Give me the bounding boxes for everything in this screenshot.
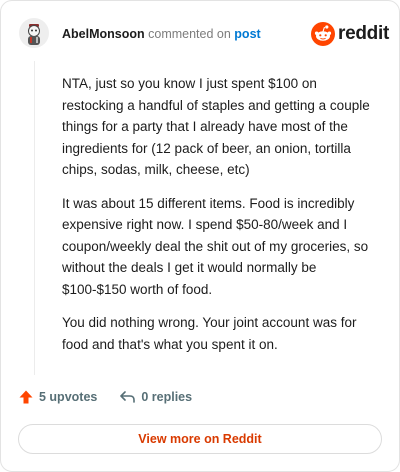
reddit-wordmark: reddit bbox=[338, 23, 389, 44]
user-avatar[interactable] bbox=[19, 18, 49, 48]
thread-line bbox=[34, 61, 35, 375]
embedded-comment-card: AbelMonsoon commented on post reddit NTA… bbox=[0, 0, 400, 472]
username-link[interactable]: AbelMonsoon bbox=[62, 27, 145, 41]
replies-stat[interactable]: 0 replies bbox=[119, 389, 192, 405]
upvotes-stat[interactable]: 5 upvotes bbox=[18, 389, 97, 405]
post-link[interactable]: post bbox=[234, 27, 260, 41]
reddit-brand-link[interactable]: reddit bbox=[311, 22, 389, 46]
action-text: commented on bbox=[148, 27, 231, 41]
upvote-arrow-icon bbox=[19, 390, 33, 404]
upvotes-count: 5 upvotes bbox=[39, 390, 98, 404]
reply-arrow-icon bbox=[120, 391, 136, 403]
comment-body: NTA, just so you know I just spent $100 … bbox=[62, 73, 378, 367]
view-more-button[interactable]: View more on Reddit bbox=[18, 424, 382, 454]
reddit-snoo-icon bbox=[311, 22, 335, 46]
comment-paragraph: You did nothing wrong. Your joint accoun… bbox=[62, 315, 357, 352]
comment-meta: AbelMonsoon commented on post bbox=[62, 27, 261, 42]
avatar-image bbox=[19, 18, 49, 48]
comment-paragraph: It was about 15 different items. Food is… bbox=[62, 195, 369, 297]
comment-paragraph: NTA, just so you know I just spent $100 … bbox=[62, 76, 370, 177]
comment-footer: 5 upvotes 0 replies bbox=[18, 389, 192, 405]
replies-count: 0 replies bbox=[141, 390, 193, 404]
